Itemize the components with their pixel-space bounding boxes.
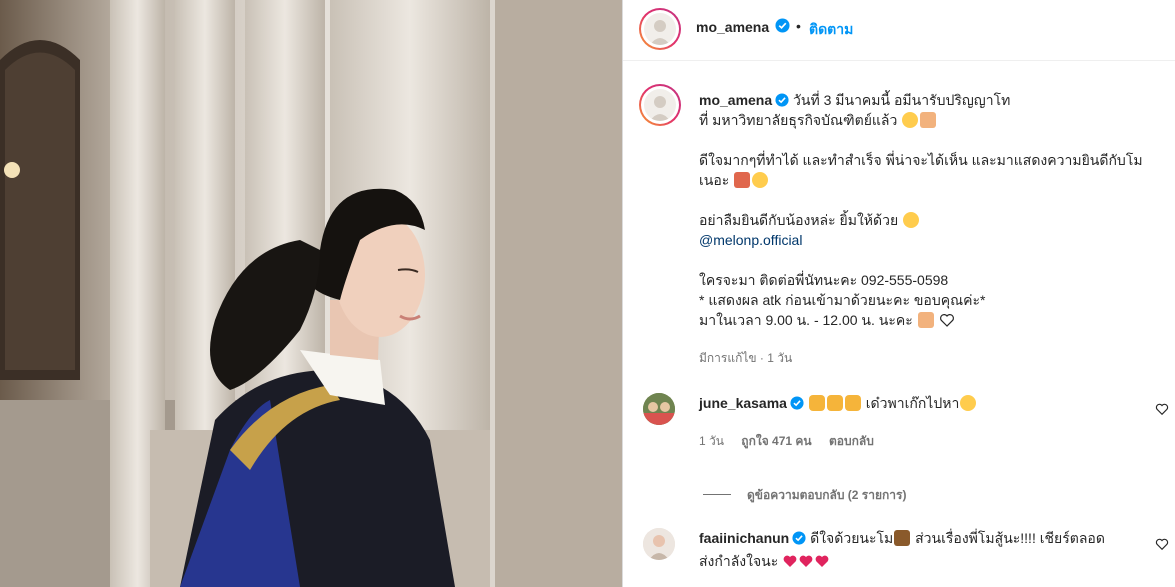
comment-meta: 1 วัน ถูกใจ 471 คน ตอบกลับ <box>699 432 874 451</box>
grin-emoji <box>903 212 920 228</box>
red-heart-emoji <box>814 553 830 574</box>
pray-emoji <box>917 312 934 328</box>
verified-badge-icon <box>775 92 789 112</box>
comment-1: june_kasama เด๋วพาเก๊กไปหา <box>699 393 977 415</box>
author-username[interactable]: mo_amena <box>696 19 769 35</box>
sad-emoji <box>752 172 769 188</box>
caption-author-username[interactable]: mo_amena <box>699 92 772 108</box>
caption-line-6: ใครจะมา ติดต่อพี่นัทนะคะ 092-555-0598 <box>699 272 949 288</box>
comment-text: เด๋วพาเก๊กไปหา <box>865 395 960 411</box>
caption-line-3: ดีใจมากๆที่ทำได้ และทำสำเร็จ พี่น่าจะได้… <box>699 152 1143 168</box>
caption-author-avatar[interactable] <box>639 84 681 126</box>
author-avatar[interactable] <box>639 8 681 50</box>
verified-badge-icon <box>790 395 804 415</box>
comment-2: faaiinichanun ดีใจด้วยนะโม ส่วนเรื่องพี่… <box>699 528 1139 571</box>
comment-text-line-2: ส่งกำลังใจนะ <box>699 553 779 569</box>
caption-line-4: เนอะ <box>699 172 730 188</box>
separator-dot: • <box>796 18 801 34</box>
like-comment-heart-icon[interactable] <box>1155 537 1169 551</box>
caption-line-5: อย่าลืมยินดีกับน้องหล่ะ ยิ้มให้ด้วย <box>699 212 899 228</box>
mention-link[interactable]: @melonp.official <box>699 232 802 248</box>
red-heart-emoji <box>782 553 798 574</box>
post-detail-panel: mo_amena • ติดตาม mo_amena วันที่ 3 มีนา… <box>622 0 1175 587</box>
replies-divider <box>703 494 731 495</box>
smile-emoji <box>960 395 977 411</box>
post-photo[interactable] <box>0 0 622 587</box>
caption-meta: มีการแก้ไข · 1 วัน <box>699 351 793 365</box>
comment-time: 1 วัน <box>699 434 724 448</box>
caption: mo_amena วันที่ 3 มีนาคมนี้ อมีนารับปริญ… <box>699 90 1159 330</box>
graduation-photo <box>0 0 622 587</box>
clap-emoji <box>808 395 825 411</box>
commenter-avatar[interactable] <box>643 393 675 425</box>
couple-emoji <box>734 172 751 188</box>
comment-username[interactable]: faaiinichanun <box>699 530 789 546</box>
like-comment-heart-icon[interactable] <box>1155 402 1169 416</box>
caption-line-8: มาในเวลา 9.00 น. - 12.00 น. นะคะ <box>699 312 913 328</box>
smile-emoji <box>902 112 919 128</box>
party-emoji <box>894 530 911 546</box>
view-replies-label: ดูข้อความตอบกลับ (2 รายการ) <box>747 488 907 502</box>
caption-line-2: ที่ มหาวิทยาลัยธุรกิจบัณฑิตย์แล้ว <box>699 112 898 128</box>
caption-line-7: * แสดงผล atk ก่อนเข้ามาด้วยนะคะ ขอบคุณค่… <box>699 292 986 308</box>
view-replies-button[interactable]: ดูข้อความตอบกลับ (2 รายการ) <box>703 486 906 505</box>
pray-emoji <box>920 112 937 128</box>
caption-line-1: วันที่ 3 มีนาคมนี้ อมีนารับปริญญาโท <box>793 92 1011 108</box>
clap-emoji <box>826 395 843 411</box>
post-header: mo_amena • ติดตาม <box>623 0 1175 61</box>
comment-text: ดีใจด้วยนะโม <box>810 530 894 546</box>
comment-text-cont: ส่วนเรื่องพี่โมสู้นะ!!!! เชียร์ตลอด <box>915 530 1105 546</box>
red-heart-emoji <box>798 553 814 574</box>
follow-button[interactable]: ติดตาม <box>809 19 853 41</box>
reply-button[interactable]: ตอบกลับ <box>829 434 874 448</box>
comment-likes[interactable]: ถูกใจ 471 คน <box>741 434 811 448</box>
verified-badge-icon <box>792 530 806 550</box>
white-heart-emoji <box>939 312 955 333</box>
verified-badge-icon <box>775 18 790 38</box>
comment-username[interactable]: june_kasama <box>699 395 787 411</box>
commenter-avatar[interactable] <box>643 528 675 560</box>
clap-emoji <box>844 395 861 411</box>
